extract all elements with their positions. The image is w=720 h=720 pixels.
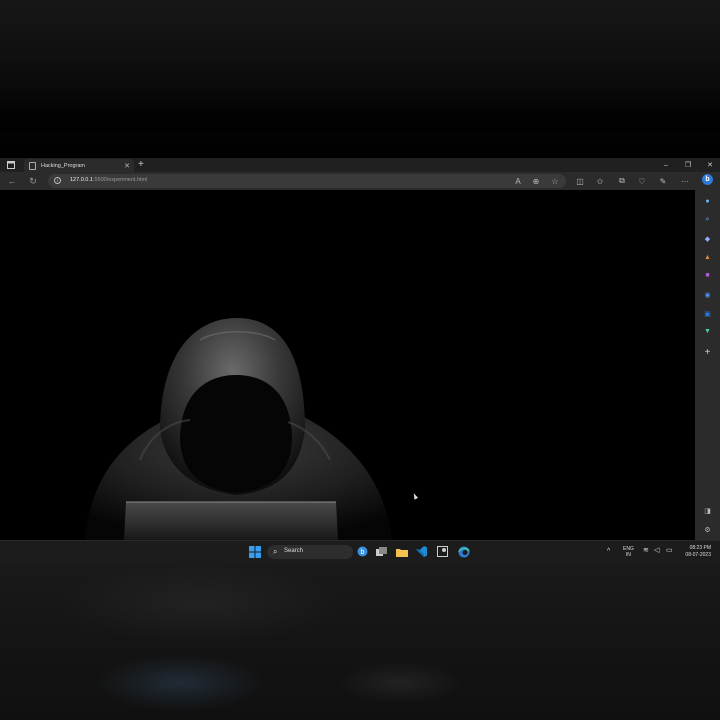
search-icon[interactable]: ⌕ [702,214,713,225]
shopping-icon[interactable]: ▲ [702,252,713,263]
close-window-icon[interactable]: ✕ [700,158,720,172]
tools-icon[interactable]: ◆ [702,233,713,244]
windows-start-icon[interactable] [248,545,261,558]
new-tab-icon[interactable]: + [138,159,144,171]
show-hidden-icons-icon[interactable]: ^ [607,548,610,555]
split-screen-icon[interactable]: ◫ [574,175,586,187]
favorite-star-icon[interactable]: ☆ [549,175,561,187]
edge-icon[interactable] [457,545,470,558]
taskbar-search[interactable]: ⌕ Search [267,545,353,559]
windows-taskbar: ⌕ Search b ^ ENG IN ≋ ◁ ▭ 08:23 PM 08-07… [0,540,720,563]
file-explorer-icon[interactable] [395,545,408,558]
collections-icon[interactable]: ⧉ [616,175,628,187]
search-label: Search [284,548,304,554]
refresh-icon[interactable]: ↻ [27,175,39,187]
task-view-icon[interactable] [375,545,388,558]
navigation-bar: ← ↻ i 127.0.0.1:5500/experiment.html A ⊕… [0,172,720,190]
blurred-bottom-backdrop [0,563,720,720]
outlook-icon[interactable]: ▣ [702,308,713,319]
restore-icon[interactable]: ❐ [678,158,698,172]
page-content [0,190,695,540]
battery-icon[interactable]: ▭ [666,547,673,554]
address-bar[interactable]: i 127.0.0.1:5500/experiment.html A ⊕ ☆ [48,174,566,188]
read-aloud-icon[interactable]: A [512,175,524,187]
back-icon[interactable]: ← [6,175,18,187]
url-host: 127.0.0.1 [70,177,93,183]
drop-icon[interactable]: ▼ [702,326,713,337]
copilot-icon[interactable]: b [702,174,713,185]
discover-icon[interactable]: ● [702,196,713,207]
edge-sidebar: b ● ⌕ ◆ ▲ ■ ◉ ▣ ▼ + ◨ ⚙ [695,172,720,540]
snipping-tool-icon[interactable] [436,545,449,558]
search-icon: ⌕ [273,547,278,556]
volume-icon[interactable]: ◁ [654,547,659,554]
screen: Hacking_Program ✕ + – ❐ ✕ ← ↻ i 127.0.0.… [0,158,720,563]
clock[interactable]: 08:23 PM 08-07-2023 [685,545,711,559]
svg-text:b: b [361,549,365,556]
favorites-icon[interactable]: ✩ [594,175,606,187]
browser-tab[interactable]: Hacking_Program ✕ [24,159,134,172]
add-icon[interactable]: + [702,347,713,358]
tab-bar: Hacking_Program ✕ + – ❐ ✕ [0,158,720,172]
url-path: :5500/experiment.html [92,177,148,183]
minimize-icon[interactable]: – [656,158,676,172]
settings-icon[interactable]: ⚙ [702,524,713,535]
hooded-figure-image [85,318,392,540]
more-menu-icon[interactable]: ··· [679,175,691,187]
language-indicator[interactable]: ENG IN [623,546,634,558]
tab-actions-icon[interactable] [0,158,22,172]
url-text: 127.0.0.1:5500/experiment.html [70,177,147,183]
wifi-icon[interactable]: ≋ [643,547,649,554]
browser-essentials-icon[interactable]: ♡ [636,175,648,187]
tab-title: Hacking_Program [41,162,86,169]
clock-time: 08:23 PM [689,545,711,551]
site-info-icon[interactable]: i [54,177,61,184]
hide-sidebar-icon[interactable]: ◨ [702,505,713,516]
clock-date: 08-07-2023 [685,552,711,558]
page-icon [29,161,36,170]
copilot-taskbar-icon[interactable]: b [356,545,369,558]
extensions-icon[interactable]: ✎ [657,175,669,187]
games-icon[interactable]: ■ [702,270,713,281]
language-line2: IN [625,552,631,558]
vscode-icon[interactable] [415,545,428,558]
blurred-top-backdrop [0,0,720,158]
zoom-icon[interactable]: ⊕ [530,175,542,187]
close-tab-icon[interactable]: ✕ [124,162,130,170]
office-icon[interactable]: ◉ [702,289,713,300]
